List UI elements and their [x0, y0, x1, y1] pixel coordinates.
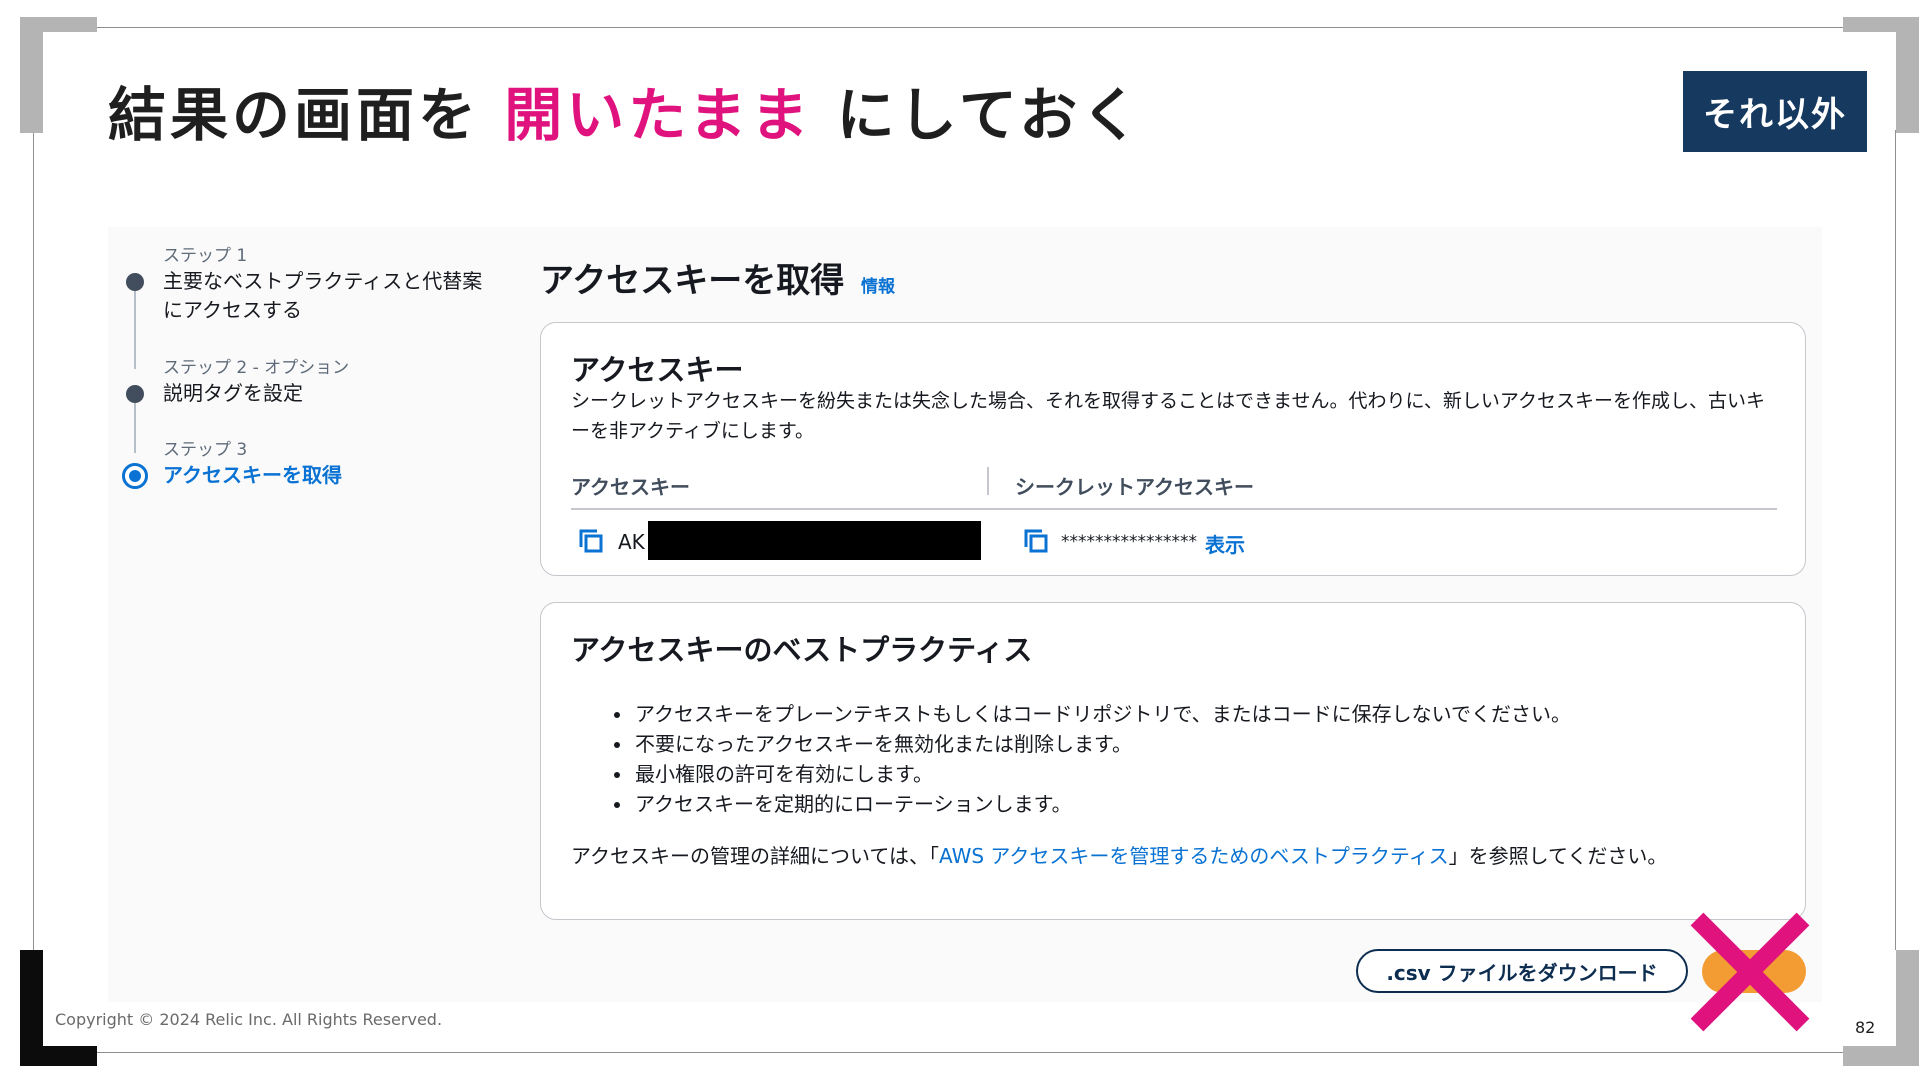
best-practices-list: アクセスキーをプレーンテキストもしくはコードリポジトリで、またはコードに保存しな… [613, 699, 1571, 819]
frame-right-line [1895, 130, 1896, 950]
wizard-steps: ステップ 1 主要なベストプラクティスと代替案 にアクセスする ステップ 2 -… [108, 227, 508, 1002]
step-1-completed-icon [126, 273, 144, 291]
reference-suffix: 」を参照してください。 [1448, 844, 1668, 868]
redaction-bar [648, 521, 981, 560]
reference-prefix: アクセスキーの管理の詳細については、「 [571, 844, 939, 868]
step-1-name-line2: にアクセスする [163, 298, 302, 322]
step-1-label: ステップ 1 [163, 246, 248, 266]
access-key-value: AK [618, 530, 645, 554]
copyright: Copyright © 2024 Relic Inc. All Rights R… [55, 1010, 443, 1029]
best-practice-item: 不要になったアクセスキーを無効化または削除します。 [633, 729, 1571, 759]
slide-title-highlight: 開いたまま [504, 81, 813, 149]
step-3-name: アクセスキーを取得 [163, 463, 342, 487]
page-heading: アクセスキーを取得 [540, 261, 845, 301]
corner-bottom-left-h [20, 1046, 97, 1066]
cross-mark-icon [1690, 912, 1810, 1032]
access-key-card: アクセスキー シークレットアクセスキーを紛失または失念した場合、それを取得するこ… [540, 322, 1806, 576]
best-practices-card: アクセスキーのベストプラクティス アクセスキーをプレーンテキストもしくはコードリ… [540, 602, 1806, 920]
download-csv-button[interactable]: .csv ファイルをダウンロード [1356, 949, 1688, 993]
best-practice-item: アクセスキーを定期的にローテーションします。 [633, 789, 1571, 819]
show-secret-link[interactable]: 表示 [1205, 529, 1245, 558]
corner-top-left-v [20, 17, 43, 133]
category-badge: それ以外 [1683, 71, 1867, 152]
info-link[interactable]: 情報 [861, 272, 895, 297]
step-3-active-icon [122, 463, 148, 489]
access-key-description: シークレットアクセスキーを紛失または失念した場合、それを取得することはできません… [571, 390, 1765, 442]
best-practice-item: アクセスキーをプレーンテキストもしくはコードリポジトリで、またはコードに保存しな… [633, 699, 1571, 729]
corner-top-right-v [1896, 17, 1919, 133]
console-panel: ステップ 1 主要なベストプラクティスと代替案 にアクセスする ステップ 2 -… [108, 227, 1822, 1002]
best-practices-doc-link[interactable]: AWS アクセスキーを管理するためのベストプラクティス [939, 844, 1449, 868]
secret-key-masked: **************** [1061, 532, 1197, 552]
step-2-link[interactable]: 説明タグを設定 [163, 379, 303, 408]
col-header-secret-key: シークレットアクセスキー [1015, 475, 1254, 499]
step-connector-2 [134, 403, 136, 453]
step-2-name: 説明タグを設定 [163, 381, 303, 405]
access-key-card-title: アクセスキー [571, 353, 744, 387]
copy-access-key-icon[interactable] [577, 527, 605, 555]
frame-bottom-line [78, 1052, 1843, 1053]
frame-top-line [78, 27, 1843, 28]
best-practice-item: 最小権限の許可を有効にします。 [633, 759, 1571, 789]
table-header-divider [571, 508, 1777, 510]
reference-text: アクセスキーの管理の詳細については、「AWS アクセスキーを管理するためのベスト… [571, 840, 1667, 869]
step-2-completed-icon [126, 385, 144, 403]
page-number: 82 [1855, 1018, 1876, 1037]
corner-bottom-right-h [1843, 1046, 1919, 1066]
copy-secret-key-icon[interactable] [1022, 527, 1050, 555]
column-separator [987, 467, 989, 495]
step-1-link[interactable]: 主要なベストプラクティスと代替案 にアクセスする [163, 267, 482, 325]
best-practices-title: アクセスキーのベストプラクティス [571, 633, 1033, 667]
step-connector-1 [134, 283, 136, 369]
slide-title-part1: 結果の画面を [108, 81, 505, 149]
col-header-access-key: アクセスキー [571, 475, 690, 499]
step-1-name-line1: 主要なベストプラクティスと代替案 [163, 269, 483, 293]
slide-title: 結果の画面を 開いたまま にしておく [108, 68, 1143, 152]
step-3-label: ステップ 3 [163, 440, 248, 460]
frame-left-line [33, 130, 34, 950]
step-2-label: ステップ 2 - オプション [163, 358, 350, 378]
step-3-current: アクセスキーを取得 [163, 461, 342, 490]
slide-title-part2: にしておく [812, 81, 1144, 149]
